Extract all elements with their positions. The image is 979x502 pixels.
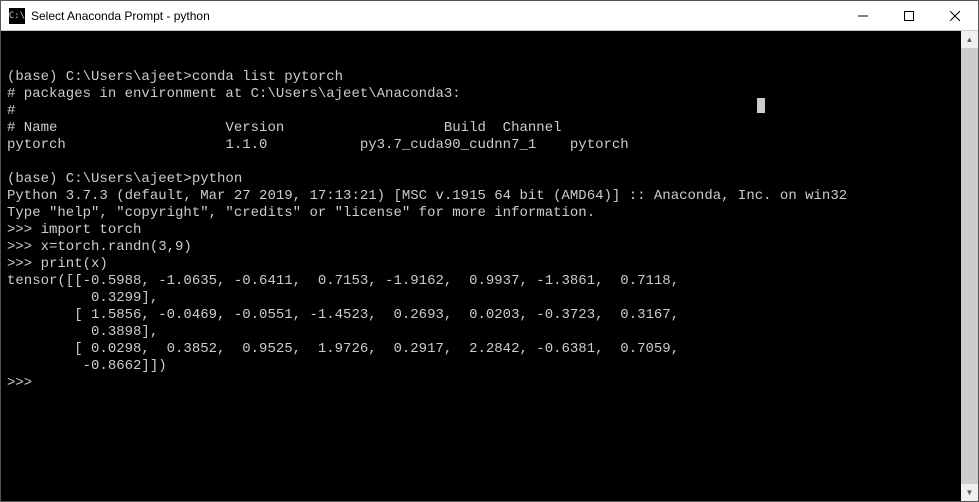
terminal-line: tensor([[-0.5988, -1.0635, -0.6411, 0.71… [7, 273, 955, 290]
titlebar: C:\ Select Anaconda Prompt - python [1, 1, 978, 31]
terminal-line: # packages in environment at C:\Users\aj… [7, 86, 955, 103]
terminal-line: Type "help", "copyright", "credits" or "… [7, 205, 955, 222]
close-button[interactable] [932, 1, 978, 30]
terminal-line: # Name Version Build Channel [7, 120, 955, 137]
terminal-line: >>> x=torch.randn(3,9) [7, 239, 955, 256]
terminal-line: (base) C:\Users\ajeet>conda list pytorch [7, 69, 955, 86]
terminal-line: >>> [7, 375, 955, 392]
window-title: Select Anaconda Prompt - python [31, 9, 840, 23]
scrollbar-up-arrow[interactable]: ▲ [961, 31, 978, 48]
terminal-container: (base) C:\Users\ajeet>conda list pytorch… [1, 31, 978, 501]
scrollbar-thumb[interactable] [961, 48, 978, 484]
terminal-line: >>> import torch [7, 222, 955, 239]
vertical-scrollbar[interactable]: ▲ ▼ [961, 31, 978, 501]
terminal-line: 0.3898], [7, 324, 955, 341]
window-controls [840, 1, 978, 30]
terminal-line [7, 154, 955, 171]
terminal-line: Python 3.7.3 (default, Mar 27 2019, 17:1… [7, 188, 955, 205]
app-icon: C:\ [9, 8, 25, 24]
terminal-line: -0.8662]]) [7, 358, 955, 375]
terminal-line: [ 0.0298, 0.3852, 0.9525, 1.9726, 0.2917… [7, 341, 955, 358]
terminal-line: # [7, 103, 955, 120]
terminal-line: (base) C:\Users\ajeet>python [7, 171, 955, 188]
scrollbar-down-arrow[interactable]: ▼ [961, 484, 978, 501]
maximize-button[interactable] [886, 1, 932, 30]
terminal-line: >>> print(x) [7, 256, 955, 273]
terminal-line: pytorch 1.1.0 py3.7_cuda90_cudnn7_1 pyto… [7, 137, 955, 154]
text-cursor [757, 98, 765, 113]
terminal-output[interactable]: (base) C:\Users\ajeet>conda list pytorch… [1, 31, 961, 501]
minimize-button[interactable] [840, 1, 886, 30]
terminal-line: 0.3299], [7, 290, 955, 307]
terminal-line: [ 1.5856, -0.0469, -0.0551, -1.4523, 0.2… [7, 307, 955, 324]
